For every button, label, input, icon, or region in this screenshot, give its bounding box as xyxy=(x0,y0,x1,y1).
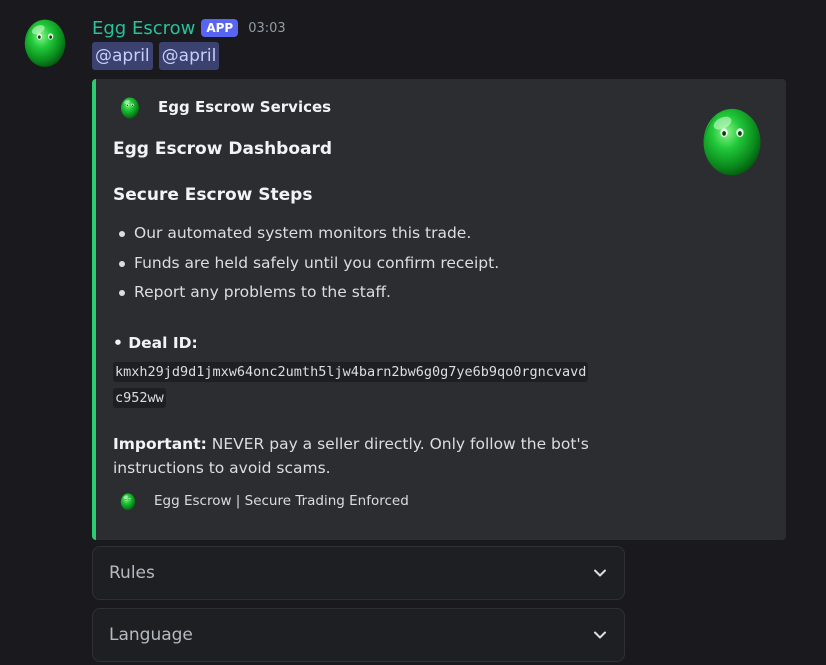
green-egg-thumbnail-icon[interactable] xyxy=(700,101,764,177)
bullet-icon xyxy=(113,221,134,251)
deal-id-line: c952ww xyxy=(113,388,166,408)
embed-title: Egg Escrow Dashboard xyxy=(113,139,333,159)
bullet-icon xyxy=(113,280,134,310)
deal-id-label: • Deal ID: xyxy=(113,334,198,352)
user-mention[interactable]: @april xyxy=(158,42,220,70)
embed-footer-text: Egg Escrow | Secure Trading Enforced xyxy=(154,493,409,509)
important-label: Important: xyxy=(113,435,207,453)
app-badge: APP xyxy=(201,19,239,37)
important-notice: Important: NEVER pay a seller directly. … xyxy=(113,432,613,480)
user-mention[interactable]: @april xyxy=(92,42,153,70)
green-egg-icon[interactable] xyxy=(22,14,68,68)
list-item-text: Funds are held safely until you confirm … xyxy=(134,253,500,272)
select-placeholder: Rules xyxy=(109,563,155,583)
chevron-down-icon xyxy=(594,631,606,639)
embed-author-name: Egg Escrow Services xyxy=(158,98,332,116)
list-item: Report any problems to the staff. xyxy=(113,280,499,310)
deal-id-code[interactable]: kmxh29jd9d1jmxw64onc2umth5ljw4barn2bw6g0… xyxy=(113,359,673,411)
embed-heading: Secure Escrow Steps xyxy=(113,185,313,205)
deal-id-line: kmxh29jd9d1jmxw64onc2umth5ljw4barn2bw6g0… xyxy=(113,362,589,382)
green-egg-icon xyxy=(120,491,136,511)
select-placeholder: Language xyxy=(109,625,193,645)
language-select[interactable]: Language xyxy=(92,608,625,662)
mentions: @april @april xyxy=(92,42,220,70)
green-egg-icon xyxy=(120,95,140,119)
embed-author: Egg Escrow Services xyxy=(120,95,331,119)
embed-card: Egg Escrow Services Egg Escrow Dashboard… xyxy=(92,79,786,540)
bullet-icon xyxy=(113,251,134,281)
rules-select[interactable]: Rules xyxy=(92,546,625,600)
list-item: Our automated system monitors this trade… xyxy=(113,221,499,251)
message-timestamp: 03:03 xyxy=(248,20,286,36)
author-name[interactable]: Egg Escrow xyxy=(92,18,195,39)
list-item-text: Report any problems to the staff. xyxy=(134,283,391,301)
message-header: Egg Escrow APP 03:03 xyxy=(92,16,286,40)
chat-message: Egg Escrow APP 03:03 @april @april Egg E… xyxy=(0,0,826,665)
embed-footer: Egg Escrow | Secure Trading Enforced xyxy=(120,491,409,511)
chevron-down-icon xyxy=(594,569,606,577)
steps-list: Our automated system monitors this trade… xyxy=(113,221,499,310)
list-item: Funds are held safely until you confirm … xyxy=(113,251,499,281)
list-item-text: Our automated system monitors this trade… xyxy=(134,224,472,242)
